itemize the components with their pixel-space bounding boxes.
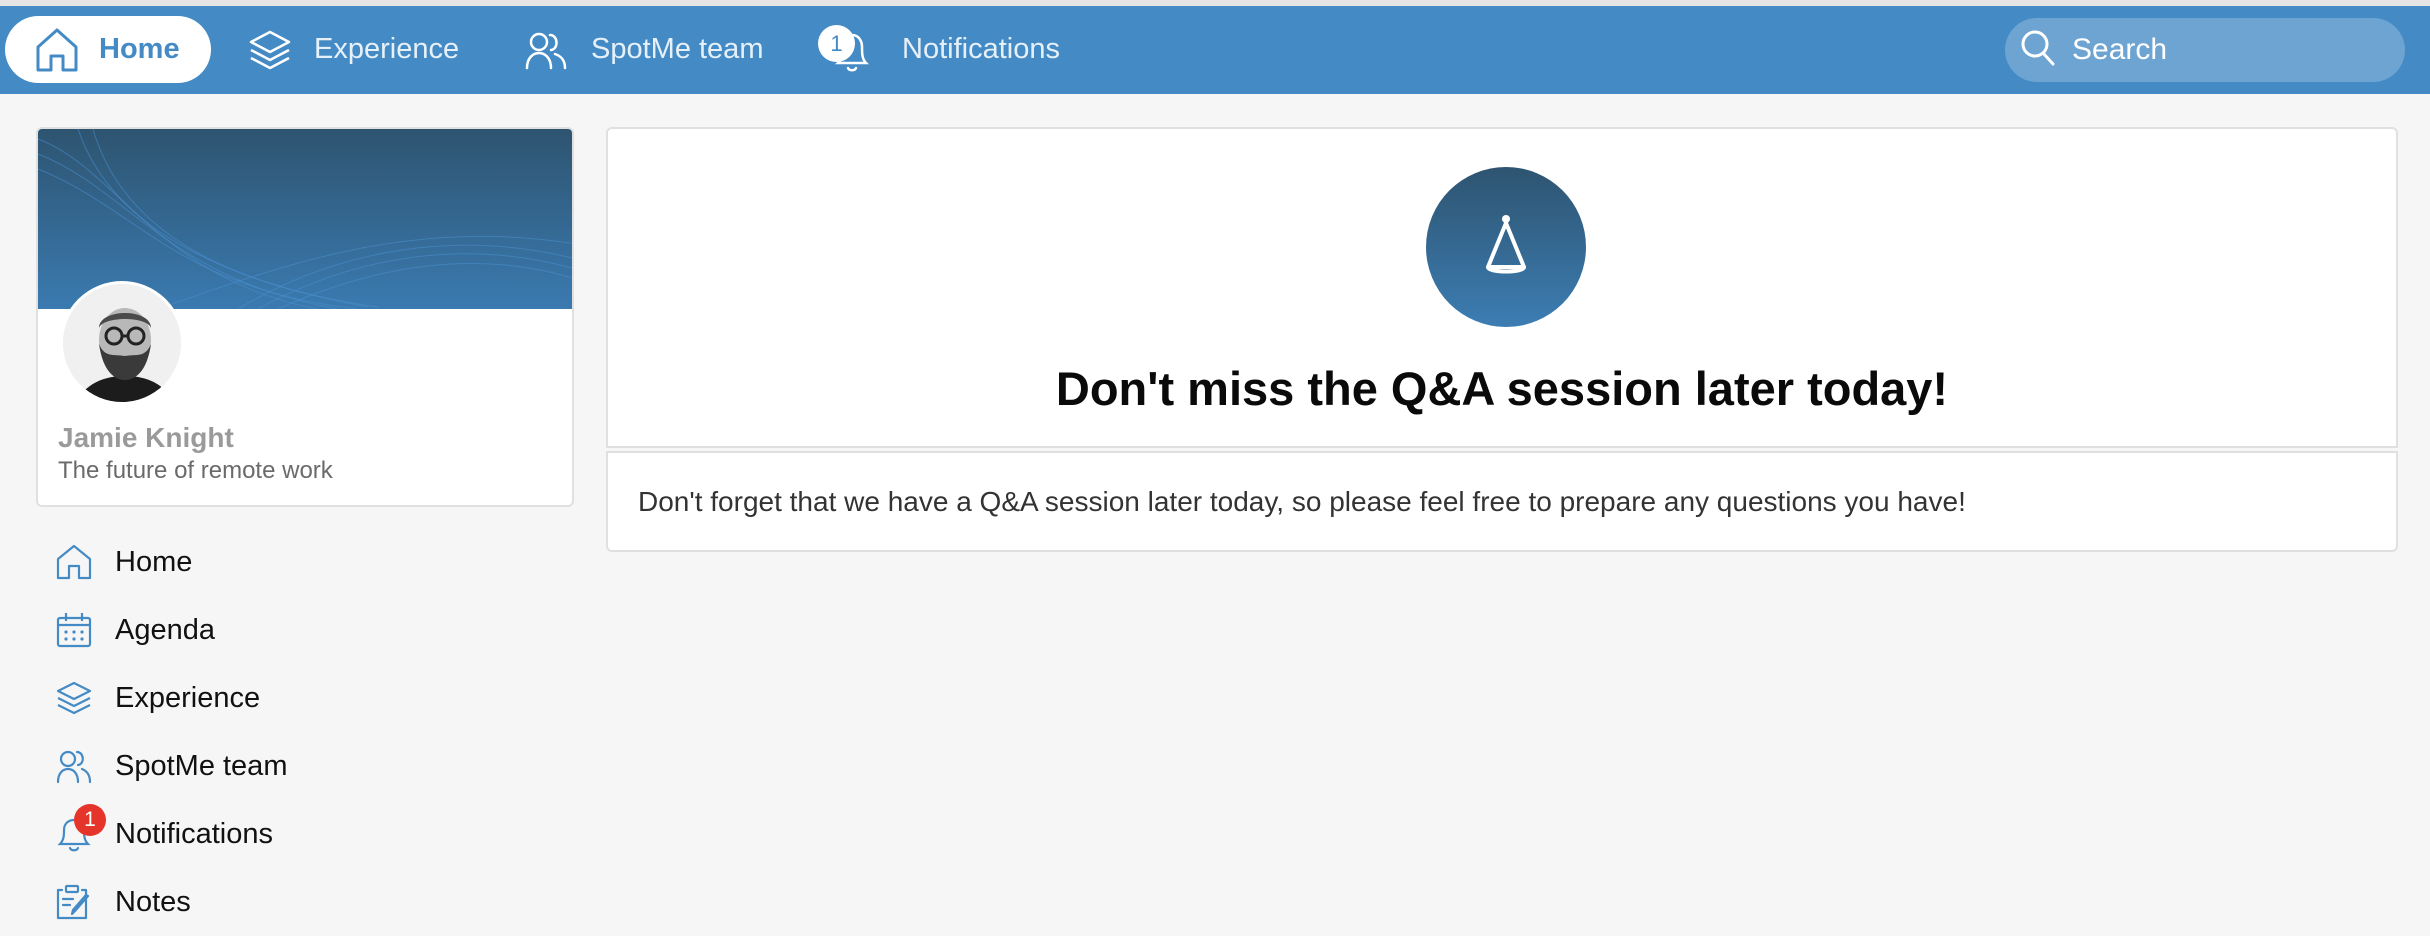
notification-count-badge: 1: [74, 804, 106, 836]
sidebar-item-experience[interactable]: Experience: [56, 673, 456, 723]
users-icon: [56, 748, 92, 784]
notes-icon: [56, 884, 92, 920]
sidebar-item-label: Experience: [115, 681, 261, 714]
sidebar-item-notes[interactable]: Notes: [56, 877, 456, 927]
sidebar-item-label: Notes: [115, 885, 191, 918]
topnav-home[interactable]: Home: [5, 16, 211, 83]
profile-name: Jamie Knight: [58, 422, 234, 453]
notification-count-badge: 1: [818, 24, 855, 62]
notification-bell: 1: [818, 24, 874, 75]
party-hat-icon: [1426, 167, 1586, 327]
sidebar-item-label: Agenda: [115, 613, 215, 646]
top-navigation-bar: Home Experience SpotMe team 1 Notificati…: [0, 6, 2430, 94]
topnav-notifications-label: Notifications: [902, 33, 1060, 65]
announcement-card: Don't miss the Q&A session later today!: [606, 127, 2398, 448]
topnav-notifications[interactable]: 1 Notifications: [818, 16, 1060, 83]
topnav-spotme-team-label: SpotMe team: [591, 33, 764, 65]
layers-icon: [56, 680, 92, 716]
profile-card[interactable]: Jamie Knight The future of remote work: [36, 127, 574, 507]
calendar-icon: [56, 612, 92, 648]
sidebar-item-label: Home: [115, 545, 193, 578]
topnav-home-label: Home: [99, 33, 180, 65]
users-icon: [525, 30, 567, 70]
bell-icon: 1: [56, 804, 106, 852]
announcement-body-card: Don't forget that we have a Q&A session …: [606, 451, 2398, 552]
announcement-body-text: Don't forget that we have a Q&A session …: [638, 486, 1966, 517]
search-box[interactable]: [2005, 18, 2405, 82]
sidebar-item-label: SpotMe team: [115, 749, 288, 782]
sidebar-item-home[interactable]: Home: [56, 537, 456, 587]
search-icon: [2020, 29, 2056, 72]
topnav-experience-label: Experience: [314, 33, 460, 65]
home-icon: [56, 544, 92, 580]
avatar[interactable]: [60, 281, 184, 405]
announcement-title: Don't miss the Q&A session later today!: [1055, 362, 1949, 415]
sidebar-item-agenda[interactable]: Agenda: [56, 605, 456, 655]
profile-subtitle: The future of remote work: [58, 457, 333, 484]
sidebar-item-notifications[interactable]: 1 Notifications: [56, 804, 456, 859]
topnav-spotme-team[interactable]: SpotMe team: [525, 16, 763, 83]
sidebar-item-spotme-team[interactable]: SpotMe team: [56, 741, 456, 791]
search-input[interactable]: [2072, 33, 2392, 67]
sidebar-item-label: Notifications: [115, 817, 273, 850]
topnav-experience[interactable]: Experience: [248, 16, 459, 83]
layers-icon: [248, 28, 292, 72]
home-icon: [35, 27, 79, 73]
